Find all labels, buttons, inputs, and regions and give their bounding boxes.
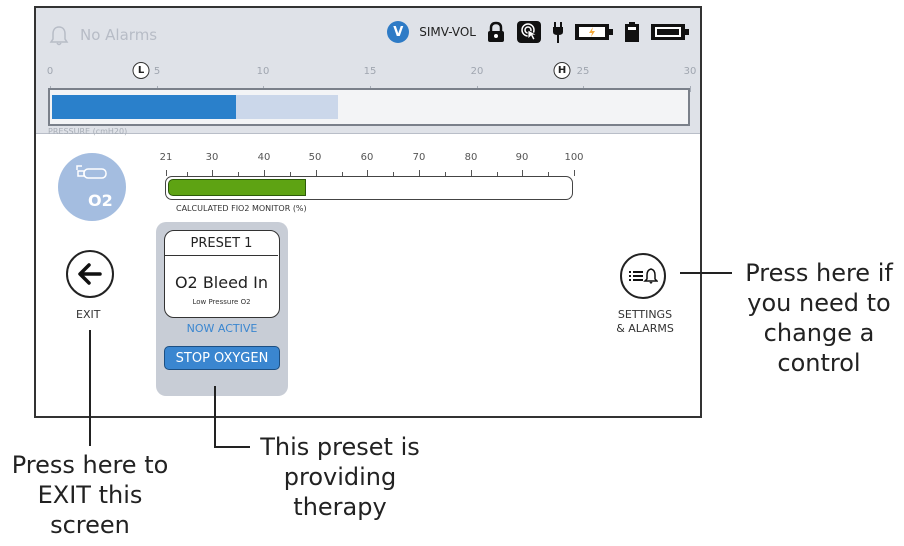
fio2-bar bbox=[165, 176, 573, 200]
bell-icon bbox=[48, 24, 70, 46]
settings-callout-line2: you need to bbox=[747, 289, 891, 317]
fio2-tick-label: 100 bbox=[564, 152, 584, 163]
list-bell-icon bbox=[629, 268, 658, 284]
settings-label-line1: SETTINGS bbox=[617, 308, 673, 321]
preset-card[interactable]: PRESET 1 O2 Bleed In Low Pressure O2 bbox=[164, 230, 280, 318]
preset-callout-line1: This preset is bbox=[260, 433, 420, 461]
settings-label-line2: & ALARMS bbox=[616, 322, 674, 335]
mode-text: SIMV-VOL bbox=[419, 25, 476, 39]
settings-label: SETTINGS & ALARMS bbox=[602, 308, 688, 336]
pressure-tick-label: 0 bbox=[46, 66, 54, 77]
settings-callout-line bbox=[680, 272, 732, 274]
preset-title: PRESET 1 bbox=[165, 231, 278, 256]
fio2-fill bbox=[168, 179, 307, 196]
fio2-tick-label: 40 bbox=[257, 152, 271, 163]
settings-callout-line4: control bbox=[777, 349, 861, 377]
battery-vertical-icon bbox=[624, 21, 640, 43]
preset-callout-line2: providing bbox=[283, 463, 397, 491]
touch-icon[interactable] bbox=[516, 20, 542, 44]
ventilator-screen: No Alarms V SIMV-VOL 0 5 10 15 20 25 30 … bbox=[34, 6, 702, 418]
settings-callout-line1: Press here if bbox=[745, 259, 893, 287]
preset-callout: This preset is providing therapy bbox=[250, 432, 430, 522]
exit-callout-line2: EXIT this bbox=[37, 481, 143, 509]
preset-status: NOW ACTIVE bbox=[186, 322, 258, 335]
fio2-tick-label: 90 bbox=[515, 152, 529, 163]
exit-callout-line3: screen bbox=[50, 511, 130, 539]
pressure-bar bbox=[48, 88, 690, 126]
preset-subtitle: Low Pressure O2 bbox=[192, 298, 251, 306]
fio2-tick-label: 60 bbox=[360, 152, 374, 163]
o2-icon[interactable]: O2 bbox=[58, 153, 126, 221]
battery-icon bbox=[650, 21, 690, 43]
alarm-status[interactable]: No Alarms bbox=[48, 22, 157, 48]
fio2-tick-label: 80 bbox=[464, 152, 478, 163]
high-pressure-marker[interactable]: H bbox=[553, 62, 571, 79]
pressure-tick-label: 25 bbox=[576, 66, 590, 77]
pressure-tick-label: 15 bbox=[363, 66, 377, 77]
mode-badge: V bbox=[387, 21, 410, 43]
status-bar: No Alarms V SIMV-VOL 0 5 10 15 20 25 30 … bbox=[36, 8, 700, 136]
oxygen-cylinder-icon bbox=[76, 165, 107, 179]
exit-label: EXIT bbox=[76, 308, 101, 321]
pressure-tick-label: 30 bbox=[683, 66, 697, 77]
settings-alarms-button[interactable] bbox=[620, 253, 666, 299]
o2-text: O2 bbox=[88, 191, 113, 210]
pressure-tick-label: 10 bbox=[256, 66, 270, 77]
exit-callout: Press here to EXIT this screen bbox=[0, 450, 180, 540]
pressure-tick-label: 5 bbox=[153, 66, 161, 77]
fio2-tick-label: 21 bbox=[159, 152, 173, 163]
arrow-left-icon bbox=[78, 263, 102, 285]
fio2-tick-label: 70 bbox=[412, 152, 426, 163]
preset-callout-hline bbox=[214, 446, 250, 448]
pressure-label: PRESSURE (cmH20) bbox=[48, 127, 128, 136]
fio2-tick bbox=[574, 170, 575, 176]
exit-callout-line1: Press here to bbox=[11, 451, 169, 479]
pressure-fill bbox=[52, 95, 236, 119]
status-icons: V SIMV-VOL bbox=[387, 20, 690, 44]
fio2-tick-label: 50 bbox=[308, 152, 322, 163]
pressure-tick bbox=[690, 86, 691, 92]
settings-callout-line3: change a bbox=[763, 319, 875, 347]
preset-panel: PRESET 1 O2 Bleed In Low Pressure O2 NOW… bbox=[156, 222, 288, 396]
exit-button[interactable] bbox=[66, 250, 114, 298]
fio2-tick-label: 30 bbox=[205, 152, 219, 163]
alarm-text: No Alarms bbox=[80, 26, 158, 44]
fio2-label: CALCULATED FIO2 MONITOR (%) bbox=[176, 204, 307, 213]
lock-icon[interactable] bbox=[486, 21, 506, 43]
plug-icon bbox=[552, 20, 564, 44]
charging-battery-icon bbox=[574, 21, 614, 43]
settings-callout: Press here if you need to change a contr… bbox=[736, 258, 902, 378]
preset-callout-vline bbox=[214, 386, 216, 448]
preset-name: O2 Bleed In bbox=[174, 273, 269, 292]
preset-callout-line3: therapy bbox=[293, 493, 387, 521]
fio2-tick bbox=[166, 170, 167, 176]
stop-oxygen-button[interactable]: STOP OXYGEN bbox=[164, 346, 280, 370]
low-pressure-marker[interactable]: L bbox=[132, 62, 150, 79]
fio2-scale: 21 30 40 50 60 70 80 90 100 bbox=[160, 152, 584, 176]
pressure-tick-label: 20 bbox=[470, 66, 484, 77]
exit-callout-line bbox=[89, 330, 91, 446]
